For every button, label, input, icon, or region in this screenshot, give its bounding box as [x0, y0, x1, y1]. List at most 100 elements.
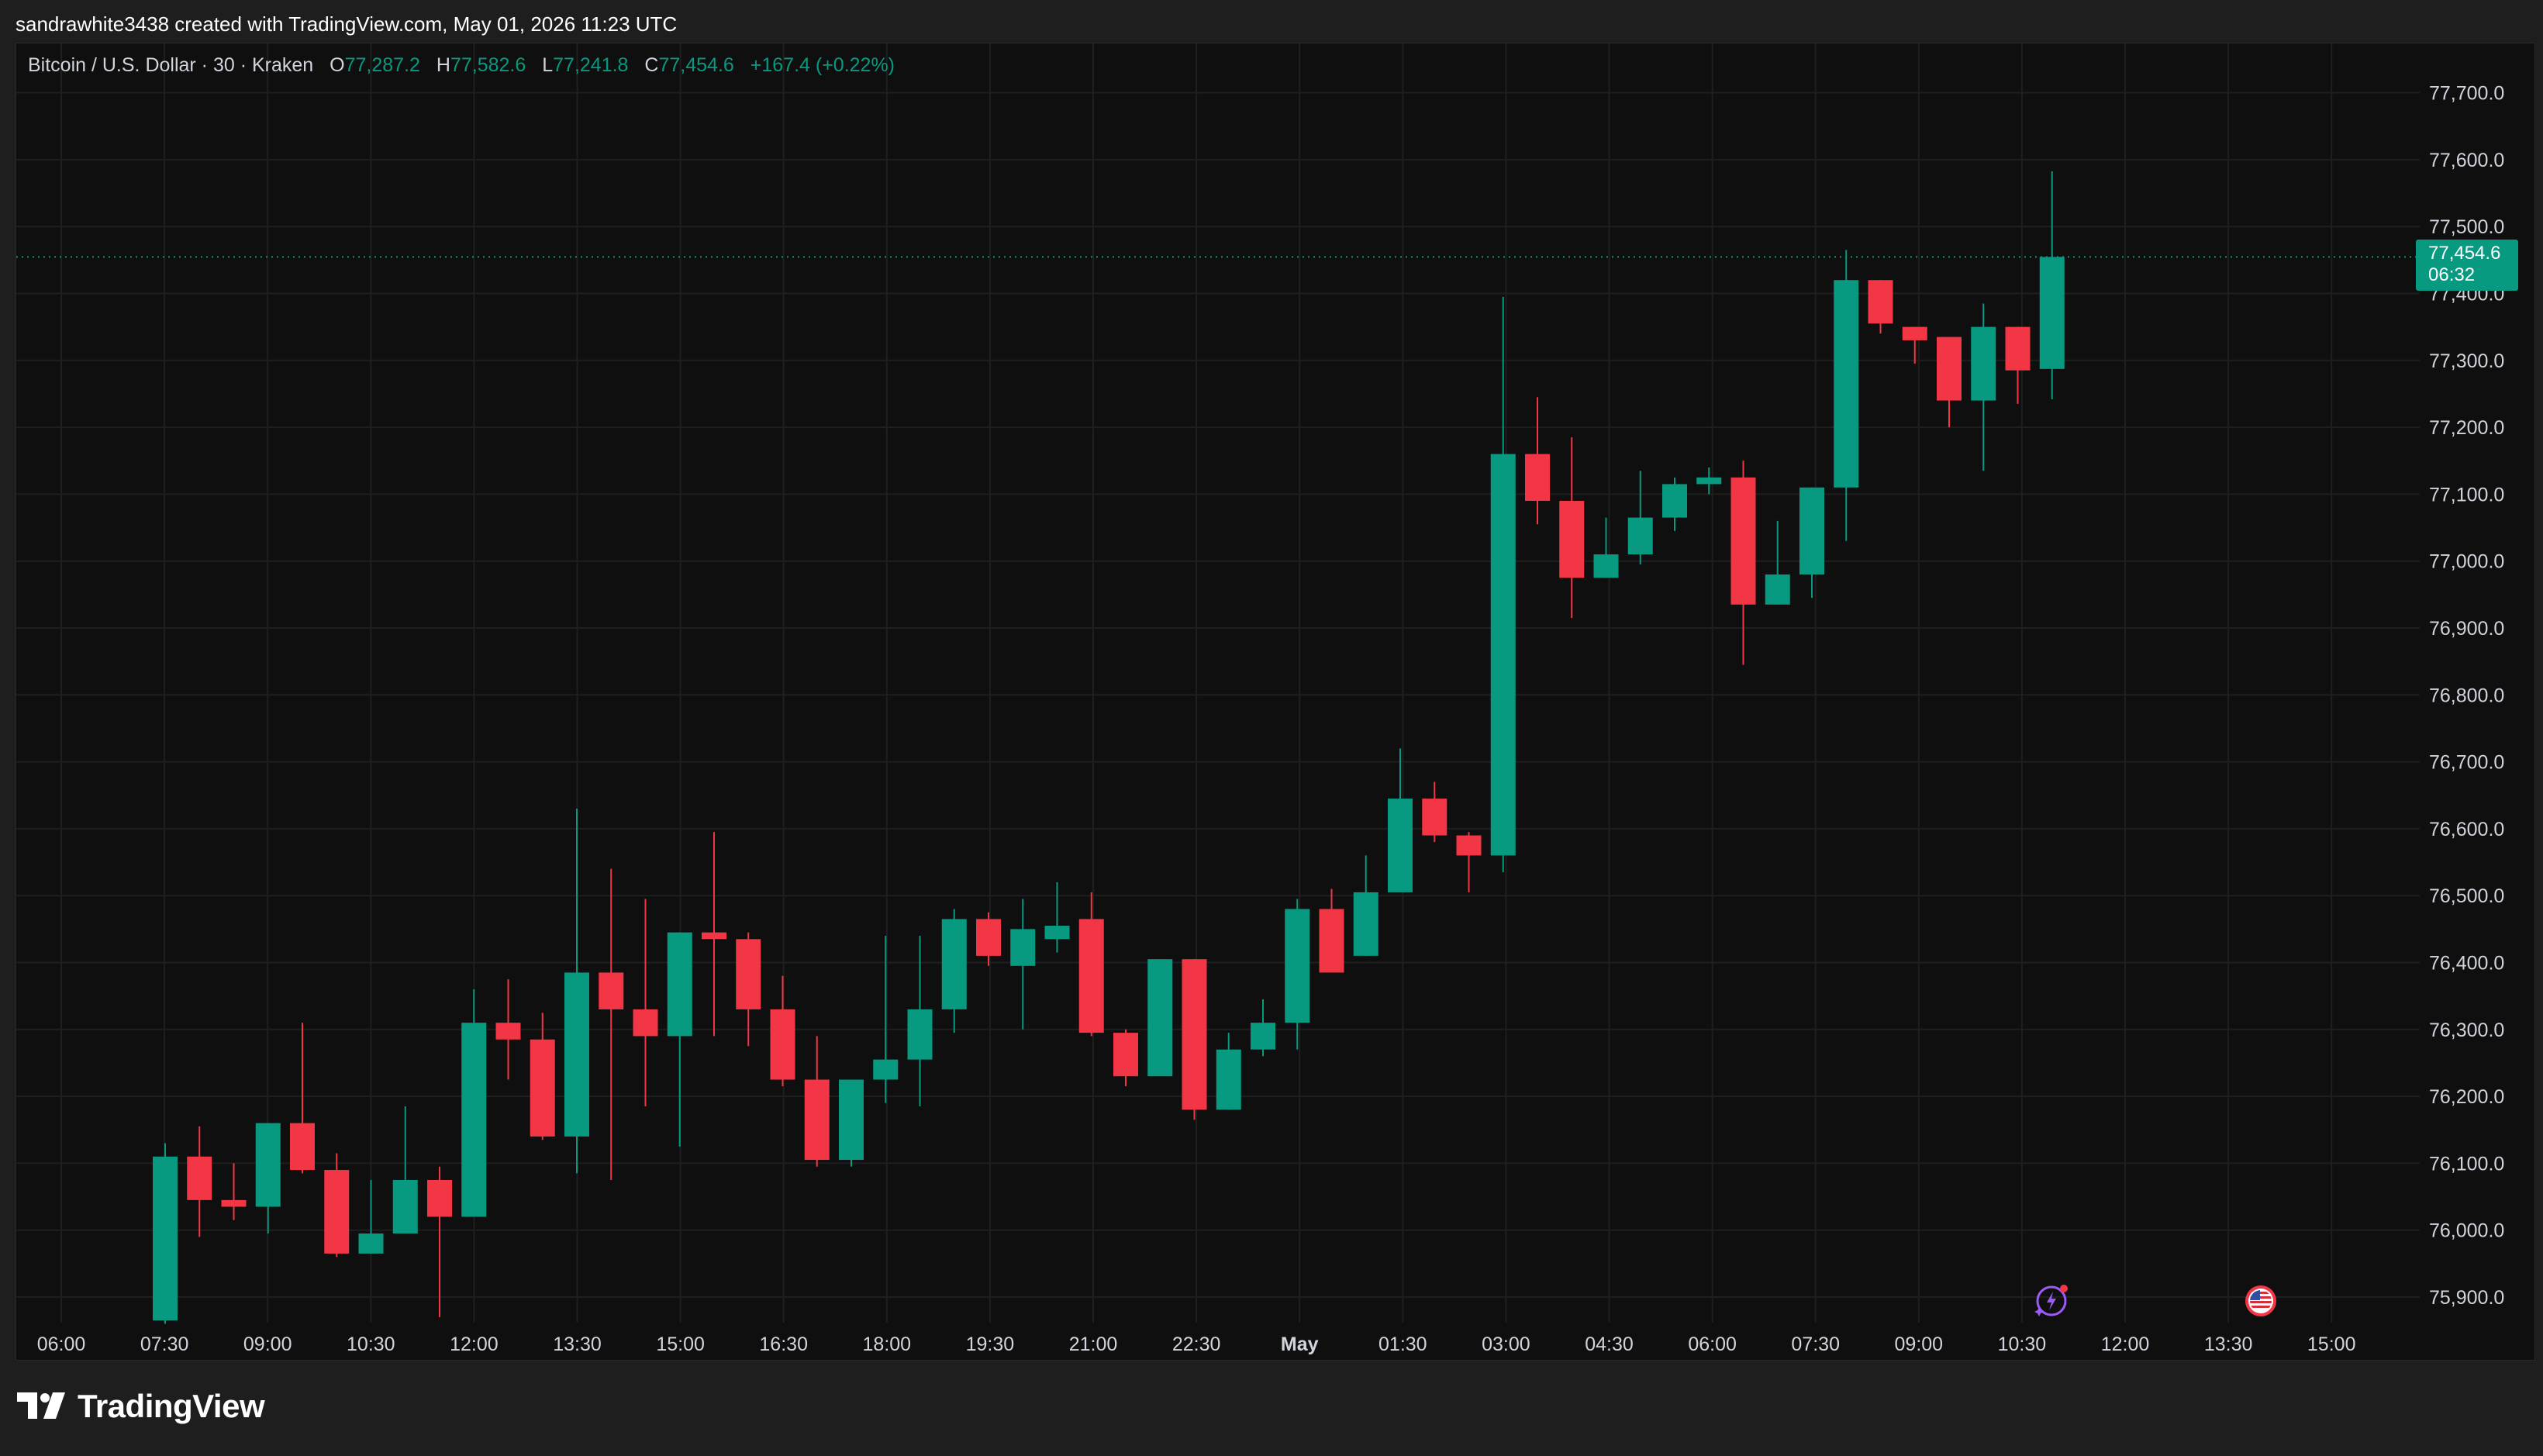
time-tick-label: 09:00	[1895, 1334, 1944, 1355]
price-tick-label: 77,200.0	[2429, 417, 2504, 439]
candle-body	[667, 932, 692, 1037]
close-value: 77,454.6	[658, 54, 734, 76]
candle-up	[1696, 467, 1722, 495]
candle-body	[1078, 919, 1104, 1033]
candle-up	[873, 935, 899, 1103]
low-label: L	[542, 54, 554, 76]
time-tick-label: 07:30	[140, 1334, 189, 1355]
price-tick-label: 76,000.0	[2429, 1220, 2504, 1242]
time-tick-label: May	[1281, 1334, 1319, 1355]
candle-down	[187, 1126, 212, 1237]
price-tick-label: 76,600.0	[2429, 819, 2504, 840]
candle-down	[1422, 781, 1447, 843]
time-tick-label: 15:00	[656, 1334, 705, 1355]
time-tick-label: 19:30	[966, 1334, 1015, 1355]
candle-body	[1868, 280, 1893, 324]
close-label: C	[644, 54, 659, 76]
price-tick-label: 76,500.0	[2429, 885, 2504, 907]
candle-body	[804, 1079, 830, 1161]
high-label: H	[436, 54, 450, 76]
candles	[153, 171, 2065, 1324]
candle-body	[633, 1009, 658, 1037]
candle-up	[1971, 303, 1996, 471]
candle-body	[1182, 959, 1207, 1110]
time-tick-label: 01:30	[1378, 1334, 1427, 1355]
price-tick-label: 77,300.0	[2429, 350, 2504, 372]
candle-body	[1627, 517, 1653, 555]
price-tick-label: 76,100.0	[2429, 1153, 2504, 1175]
price-tick-label: 76,300.0	[2429, 1020, 2504, 1041]
candle-down	[1937, 336, 1962, 428]
price-tick-label: 77,700.0	[2429, 83, 2504, 105]
candle-body	[1730, 477, 1756, 605]
tradingview-logo-icon	[17, 1392, 65, 1419]
chart-pane[interactable]: 75,900.0 76,000.0 76,100.0 76,200.0 76,300.0…	[16, 43, 2535, 1361]
candle-body	[221, 1199, 247, 1207]
candle-up	[461, 989, 487, 1217]
candle-down	[633, 899, 658, 1107]
brand-name: TradingView	[78, 1388, 265, 1424]
candle-body	[1216, 1049, 1241, 1110]
us-flag-icon[interactable]	[2244, 1284, 2278, 1318]
time-tick-label: 10:30	[1998, 1334, 2047, 1355]
candle-body	[1765, 574, 1790, 605]
chart-window: sandrawhite3438 created with TradingView…	[0, 0, 2543, 1456]
candle-up	[1388, 748, 1413, 892]
candle-down	[290, 1023, 315, 1174]
symbol-legend[interactable]: Bitcoin / U.S. Dollar · 30 · Kraken O77,…	[28, 54, 895, 77]
candle-up	[1799, 487, 1824, 599]
candle-down	[221, 1163, 247, 1220]
candle-body	[461, 1023, 487, 1217]
time-tick-label: 13:30	[2204, 1334, 2253, 1355]
sparkle-lightning-icon[interactable]	[2034, 1284, 2069, 1318]
candle-body	[1490, 454, 1516, 856]
change-value: +167.4 (+0.22%)	[750, 54, 895, 76]
candle-down	[1730, 461, 1756, 665]
candle-up	[2039, 171, 2065, 400]
candle-body	[907, 1009, 933, 1060]
candle-up	[839, 1079, 864, 1167]
candle-body	[495, 1023, 521, 1040]
candle-body	[1113, 1033, 1138, 1077]
candle-up	[255, 1123, 281, 1234]
candle-up	[1834, 250, 1859, 541]
candle-up	[1147, 959, 1173, 1077]
time-tick-label: 21:00	[1069, 1334, 1118, 1355]
candle-down	[1182, 959, 1207, 1120]
candle-body	[153, 1156, 178, 1321]
candle-down	[324, 1153, 350, 1258]
candle-down	[702, 832, 726, 1037]
candle-body	[255, 1123, 281, 1207]
candle-up	[1353, 855, 1378, 956]
candle-body	[392, 1179, 418, 1234]
candle-body	[1799, 487, 1824, 574]
candle-down	[1525, 397, 1550, 525]
candle-body	[1456, 835, 1482, 856]
candle-down	[804, 1036, 830, 1167]
time-tick-label: 07:30	[1791, 1334, 1840, 1355]
time-tick-label: 16:30	[759, 1334, 808, 1355]
candle-body	[1251, 1023, 1275, 1050]
time-tick-label: 12:00	[2101, 1334, 2150, 1355]
candle-up	[1490, 296, 1516, 872]
candlestick-chart[interactable]: 75,900.0 76,000.0 76,100.0 76,200.0 76,300.0…	[16, 43, 2536, 1361]
candle-body	[2039, 257, 2065, 369]
high-value: 77,582.6	[450, 54, 526, 76]
time-tick-label: 15:00	[2307, 1334, 2356, 1355]
candle-body	[324, 1170, 350, 1254]
symbol-title[interactable]: Bitcoin / U.S. Dollar · 30 · Kraken	[28, 54, 313, 76]
candle-body	[358, 1233, 384, 1254]
snapshot-caption: sandrawhite3438 created with TradingView…	[16, 12, 678, 36]
time-tick-label: 22:30	[1172, 1334, 1221, 1355]
candle-body	[1525, 454, 1550, 502]
candle-body	[839, 1079, 864, 1161]
candle-up	[1216, 1033, 1241, 1110]
candle-body	[1834, 280, 1859, 488]
candle-up	[667, 932, 692, 1147]
candle-body	[1010, 929, 1036, 966]
candle-body	[770, 1009, 795, 1080]
tradingview-brand[interactable]: TradingView	[17, 1388, 265, 1425]
candle-body	[599, 972, 624, 1009]
time-tick-label: 03:00	[1482, 1334, 1530, 1355]
time-axis[interactable]: 06:00 07:30 09:00 10:30 12:00 13:30 15:00 16:30…	[37, 1334, 2356, 1355]
